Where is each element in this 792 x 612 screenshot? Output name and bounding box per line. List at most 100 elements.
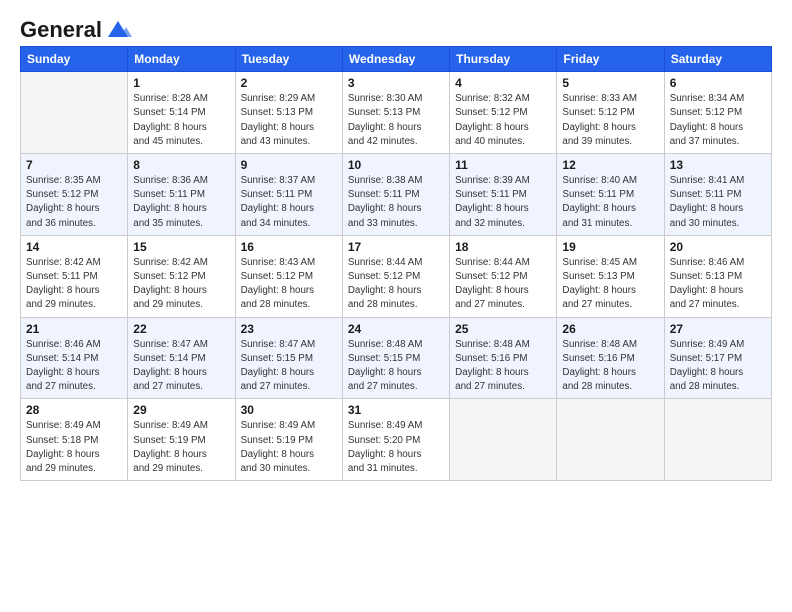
- day-number: 20: [670, 240, 766, 254]
- calendar-cell: 4Sunrise: 8:32 AM Sunset: 5:12 PM Daylig…: [450, 72, 557, 154]
- day-info: Sunrise: 8:34 AM Sunset: 5:12 PM Dayligh…: [670, 92, 766, 149]
- week-row-5: 28 Sunrise: 8:49 AM Sunset: 5:18 PM Dayli…: [21, 399, 772, 481]
- calendar-cell: 31 Sunrise: 8:49 AM Sunset: 5:20 PM Dayli…: [342, 399, 449, 481]
- day-info: Sunrise: 8:47 AM Sunset: 5:15 PM Dayligh…: [241, 338, 337, 395]
- logo-icon: [104, 19, 132, 39]
- calendar-cell: 30 Sunrise: 8:49 AM Sunset: 5:19 PM Dayli…: [235, 399, 342, 481]
- header: General: [20, 18, 772, 38]
- day-number: 9: [241, 158, 337, 172]
- calendar-cell: 17 Sunrise: 8:44 AM Sunset: 5:12 PM Dayli…: [342, 235, 449, 317]
- calendar-cell: 10 Sunrise: 8:38 AM Sunset: 5:11 PM Dayli…: [342, 154, 449, 236]
- weekday-header-row: SundayMondayTuesdayWednesdayThursdayFrid…: [21, 47, 772, 72]
- day-info: Sunrise: 8:49 AM Sunset: 5:17 PM Dayligh…: [670, 338, 766, 395]
- day-number: 31: [348, 403, 444, 417]
- weekday-header-wednesday: Wednesday: [342, 47, 449, 72]
- day-info: Sunrise: 8:37 AM Sunset: 5:11 PM Dayligh…: [241, 174, 337, 231]
- day-number: 23: [241, 322, 337, 336]
- day-info: Sunrise: 8:48 AM Sunset: 5:15 PM Dayligh…: [348, 338, 444, 395]
- day-number: 13: [670, 158, 766, 172]
- day-number: 26: [562, 322, 658, 336]
- week-row-1: 1 Sunrise: 8:28 AM Sunset: 5:14 PM Daylig…: [21, 72, 772, 154]
- day-info: Sunrise: 8:49 AM Sunset: 5:20 PM Dayligh…: [348, 419, 444, 476]
- calendar-cell: 18Sunrise: 8:44 AM Sunset: 5:12 PM Dayli…: [450, 235, 557, 317]
- day-info: Sunrise: 8:48 AM Sunset: 5:16 PM Dayligh…: [455, 338, 551, 395]
- calendar-cell: 7Sunrise: 8:35 AM Sunset: 5:12 PM Daylig…: [21, 154, 128, 236]
- logo-text: General: [20, 18, 102, 42]
- week-row-4: 21 Sunrise: 8:46 AM Sunset: 5:14 PM Dayli…: [21, 317, 772, 399]
- day-info: Sunrise: 8:33 AM Sunset: 5:12 PM Dayligh…: [562, 92, 658, 149]
- day-info: Sunrise: 8:40 AM Sunset: 5:11 PM Dayligh…: [562, 174, 658, 231]
- calendar-cell: [557, 399, 664, 481]
- day-info: Sunrise: 8:49 AM Sunset: 5:19 PM Dayligh…: [133, 419, 229, 476]
- day-number: 24: [348, 322, 444, 336]
- day-info: Sunrise: 8:47 AM Sunset: 5:14 PM Dayligh…: [133, 338, 229, 395]
- day-info: Sunrise: 8:42 AM Sunset: 5:12 PM Dayligh…: [133, 256, 229, 313]
- calendar-cell: 23 Sunrise: 8:47 AM Sunset: 5:15 PM Dayli…: [235, 317, 342, 399]
- calendar-cell: 22 Sunrise: 8:47 AM Sunset: 5:14 PM Dayli…: [128, 317, 235, 399]
- calendar-cell: 13 Sunrise: 8:41 AM Sunset: 5:11 PM Dayli…: [664, 154, 771, 236]
- day-info: Sunrise: 8:49 AM Sunset: 5:19 PM Dayligh…: [241, 419, 337, 476]
- day-number: 5: [562, 76, 658, 90]
- weekday-header-sunday: Sunday: [21, 47, 128, 72]
- week-row-3: 14Sunrise: 8:42 AM Sunset: 5:11 PM Dayli…: [21, 235, 772, 317]
- day-number: 28: [26, 403, 122, 417]
- day-info: Sunrise: 8:43 AM Sunset: 5:12 PM Dayligh…: [241, 256, 337, 313]
- calendar-cell: [450, 399, 557, 481]
- calendar-cell: 26 Sunrise: 8:48 AM Sunset: 5:16 PM Dayli…: [557, 317, 664, 399]
- day-number: 27: [670, 322, 766, 336]
- day-info: Sunrise: 8:46 AM Sunset: 5:13 PM Dayligh…: [670, 256, 766, 313]
- day-number: 15: [133, 240, 229, 254]
- day-info: Sunrise: 8:46 AM Sunset: 5:14 PM Dayligh…: [26, 338, 122, 395]
- logo: General: [20, 18, 132, 38]
- day-info: Sunrise: 8:38 AM Sunset: 5:11 PM Dayligh…: [348, 174, 444, 231]
- weekday-header-monday: Monday: [128, 47, 235, 72]
- day-number: 17: [348, 240, 444, 254]
- day-number: 1: [133, 76, 229, 90]
- day-number: 25: [455, 322, 551, 336]
- day-number: 6: [670, 76, 766, 90]
- calendar-cell: 12 Sunrise: 8:40 AM Sunset: 5:11 PM Dayli…: [557, 154, 664, 236]
- calendar-cell: [664, 399, 771, 481]
- calendar-cell: 29 Sunrise: 8:49 AM Sunset: 5:19 PM Dayli…: [128, 399, 235, 481]
- calendar-cell: 11Sunrise: 8:39 AM Sunset: 5:11 PM Dayli…: [450, 154, 557, 236]
- weekday-header-saturday: Saturday: [664, 47, 771, 72]
- calendar-cell: 2 Sunrise: 8:29 AM Sunset: 5:13 PM Daylig…: [235, 72, 342, 154]
- day-info: Sunrise: 8:44 AM Sunset: 5:12 PM Dayligh…: [348, 256, 444, 313]
- calendar-cell: [21, 72, 128, 154]
- weekday-header-tuesday: Tuesday: [235, 47, 342, 72]
- day-number: 22: [133, 322, 229, 336]
- day-number: 12: [562, 158, 658, 172]
- calendar-cell: 14Sunrise: 8:42 AM Sunset: 5:11 PM Dayli…: [21, 235, 128, 317]
- week-row-2: 7Sunrise: 8:35 AM Sunset: 5:12 PM Daylig…: [21, 154, 772, 236]
- calendar-cell: 24 Sunrise: 8:48 AM Sunset: 5:15 PM Dayli…: [342, 317, 449, 399]
- calendar-cell: 5 Sunrise: 8:33 AM Sunset: 5:12 PM Daylig…: [557, 72, 664, 154]
- day-info: Sunrise: 8:30 AM Sunset: 5:13 PM Dayligh…: [348, 92, 444, 149]
- weekday-header-thursday: Thursday: [450, 47, 557, 72]
- calendar-cell: 28 Sunrise: 8:49 AM Sunset: 5:18 PM Dayli…: [21, 399, 128, 481]
- calendar-cell: 21 Sunrise: 8:46 AM Sunset: 5:14 PM Dayli…: [21, 317, 128, 399]
- calendar-cell: 3Sunrise: 8:30 AM Sunset: 5:13 PM Daylig…: [342, 72, 449, 154]
- day-info: Sunrise: 8:48 AM Sunset: 5:16 PM Dayligh…: [562, 338, 658, 395]
- day-info: Sunrise: 8:29 AM Sunset: 5:13 PM Dayligh…: [241, 92, 337, 149]
- day-number: 21: [26, 322, 122, 336]
- day-number: 2: [241, 76, 337, 90]
- day-info: Sunrise: 8:49 AM Sunset: 5:18 PM Dayligh…: [26, 419, 122, 476]
- day-info: Sunrise: 8:28 AM Sunset: 5:14 PM Dayligh…: [133, 92, 229, 149]
- day-number: 30: [241, 403, 337, 417]
- day-number: 8: [133, 158, 229, 172]
- day-number: 10: [348, 158, 444, 172]
- day-number: 19: [562, 240, 658, 254]
- day-number: 29: [133, 403, 229, 417]
- day-info: Sunrise: 8:45 AM Sunset: 5:13 PM Dayligh…: [562, 256, 658, 313]
- day-number: 7: [26, 158, 122, 172]
- page: General SundayMondayTuesdayWednesdayThur…: [0, 0, 792, 612]
- calendar-cell: 8Sunrise: 8:36 AM Sunset: 5:11 PM Daylig…: [128, 154, 235, 236]
- day-info: Sunrise: 8:42 AM Sunset: 5:11 PM Dayligh…: [26, 256, 122, 313]
- calendar-cell: 15 Sunrise: 8:42 AM Sunset: 5:12 PM Dayli…: [128, 235, 235, 317]
- day-info: Sunrise: 8:41 AM Sunset: 5:11 PM Dayligh…: [670, 174, 766, 231]
- calendar-cell: 25 Sunrise: 8:48 AM Sunset: 5:16 PM Dayli…: [450, 317, 557, 399]
- day-info: Sunrise: 8:39 AM Sunset: 5:11 PM Dayligh…: [455, 174, 551, 231]
- calendar-cell: 20 Sunrise: 8:46 AM Sunset: 5:13 PM Dayli…: [664, 235, 771, 317]
- day-info: Sunrise: 8:32 AM Sunset: 5:12 PM Dayligh…: [455, 92, 551, 149]
- day-number: 18: [455, 240, 551, 254]
